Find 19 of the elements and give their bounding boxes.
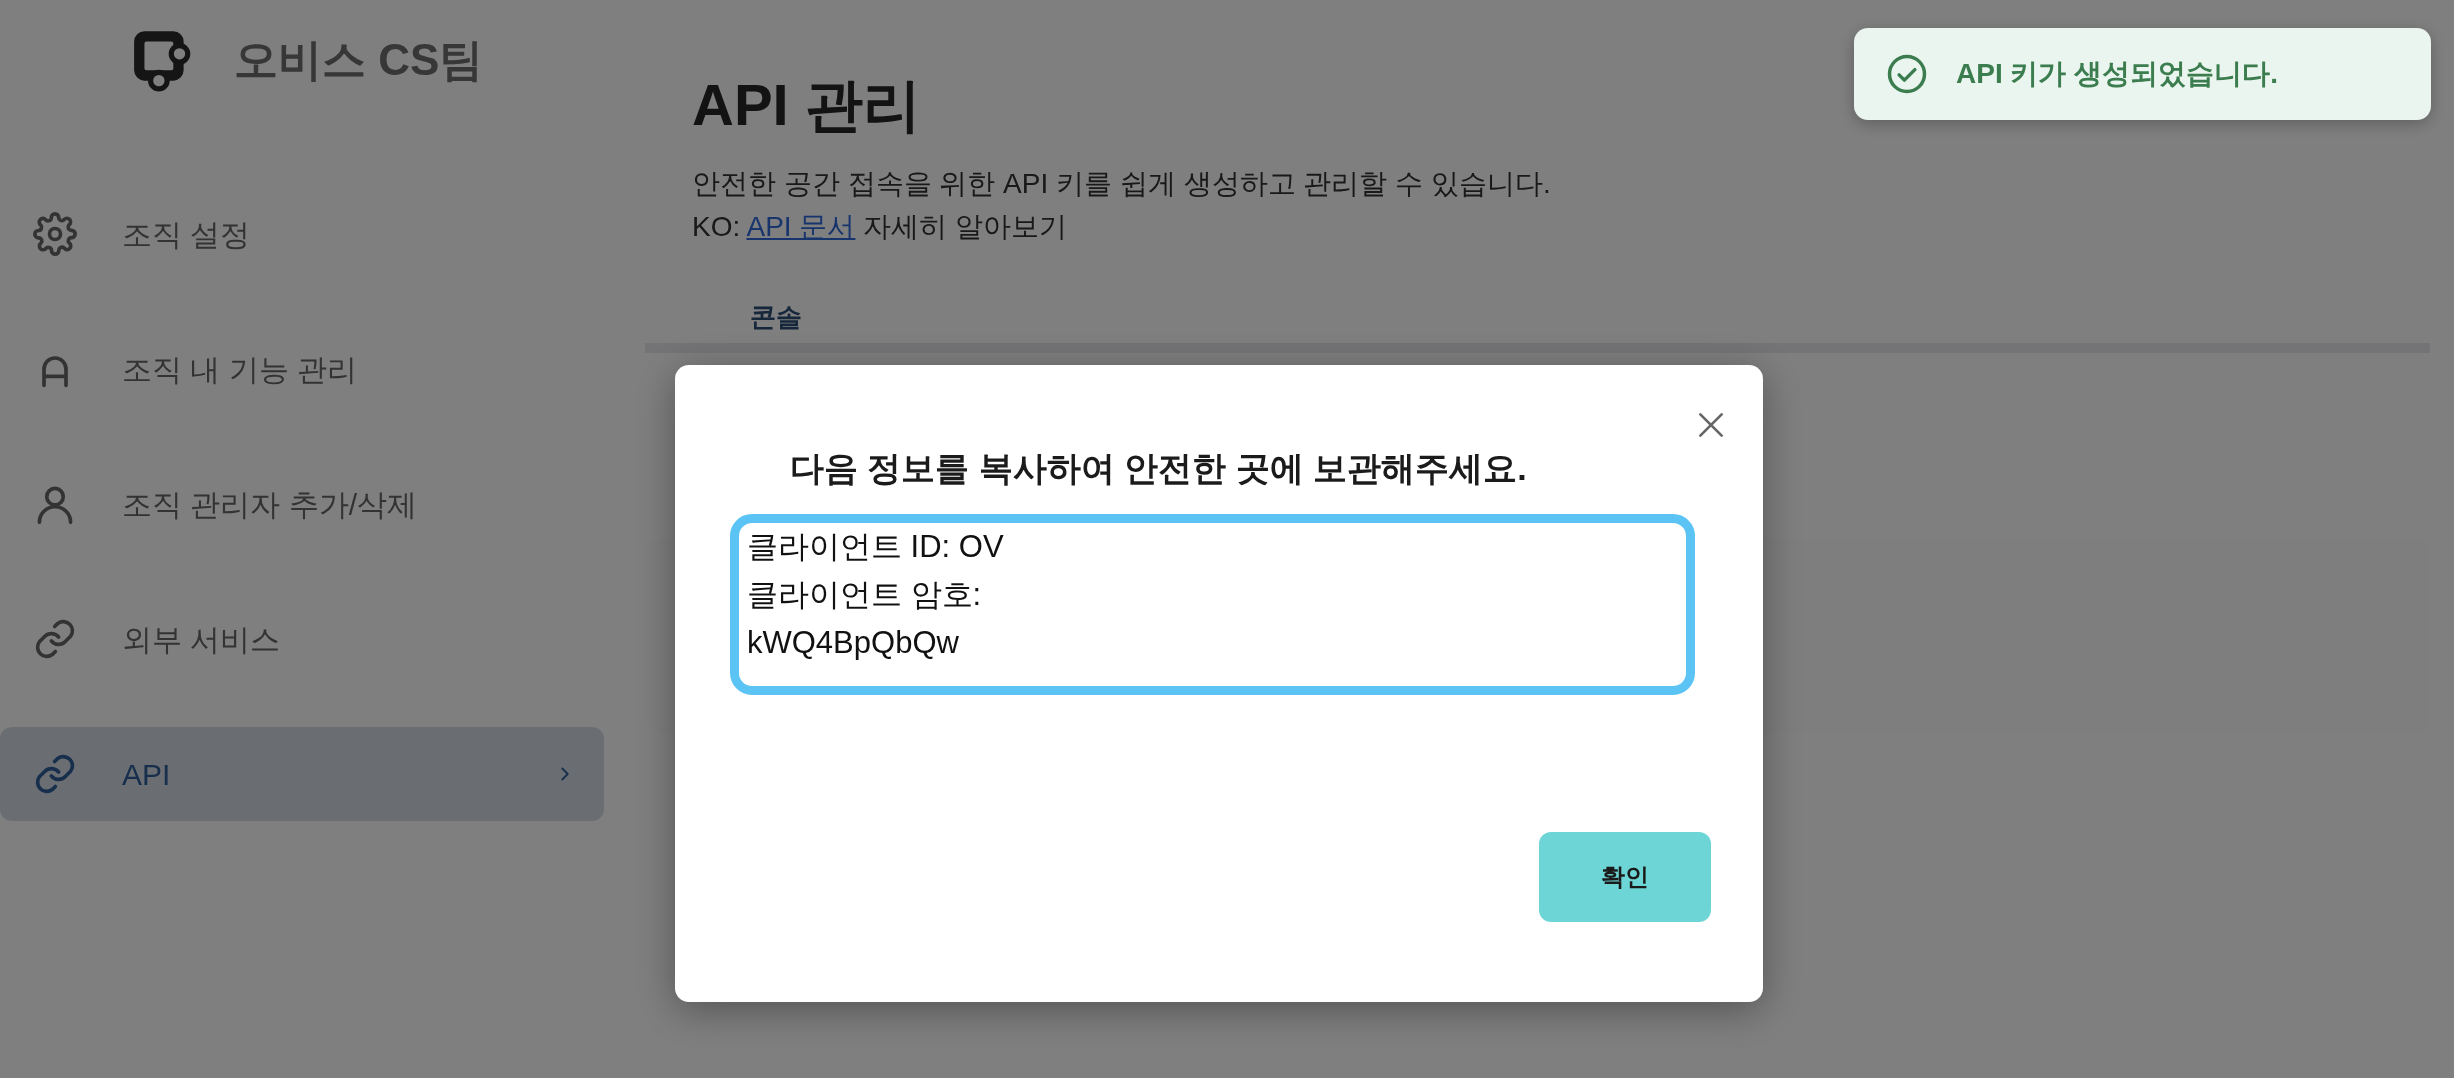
sidebar-item[interactable]: 조직 내 기능 관리 xyxy=(0,322,604,416)
modal-heading: 다음 정보를 복사하여 안전한 곳에 보관해주세요. xyxy=(790,448,1528,489)
page-title: API 관리 xyxy=(692,71,921,139)
link-icon xyxy=(33,617,77,661)
sidebar-item[interactable]: API xyxy=(0,727,604,821)
gear-icon xyxy=(33,212,77,256)
sidebar-item[interactable]: 조직 설정 xyxy=(0,187,604,281)
sidebar-item[interactable]: 외부 서비스 xyxy=(0,592,604,686)
brand-name: 오비스 CS팀 xyxy=(234,34,484,86)
confirm-button[interactable]: 확인 xyxy=(1539,832,1711,922)
sidebar-item[interactable]: 조직 관리자 추가/삭제 xyxy=(0,457,604,551)
toast-message: API 키가 생성되었습니다. xyxy=(1956,57,2278,91)
tab[interactable]: 콘솔 xyxy=(750,298,802,344)
doc-line: KO: API 문서 자세히 알아보기 xyxy=(692,210,1068,244)
check-circle-icon xyxy=(1886,53,1928,95)
credentials-field[interactable]: 클라이언트 ID: OV 클라이언트 암호: kWQ4BpQbQw xyxy=(730,514,1695,695)
link-icon xyxy=(33,752,77,796)
doc-link[interactable]: API 문서 xyxy=(746,211,856,242)
description-text: 안전한 공간 접속을 위한 API 키를 쉽게 생성하고 관리할 수 있습니다. xyxy=(692,166,1552,201)
